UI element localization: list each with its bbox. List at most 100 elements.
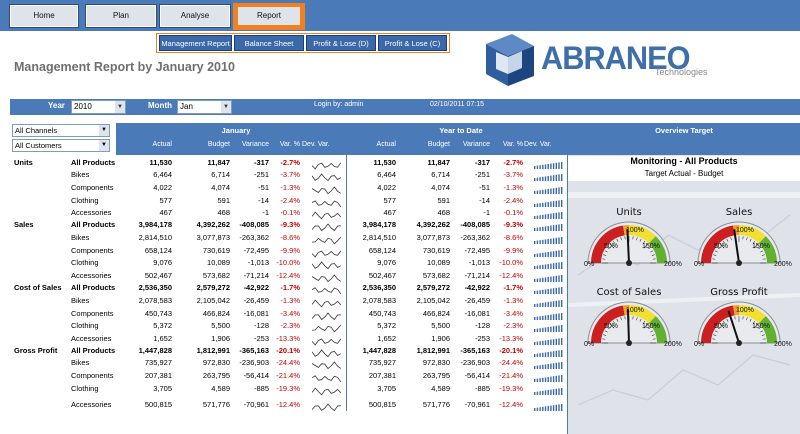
row-product-label: All Products: [71, 158, 116, 167]
column-header-jan-1: Budget: [207, 141, 230, 148]
dev-var-sparkline: [311, 169, 344, 182]
row-group-label: Units: [14, 158, 33, 167]
row-product-label: Components: [71, 309, 114, 318]
year-select[interactable]: 2010 ▼: [71, 100, 126, 114]
row-value-p: -1.3%: [280, 296, 300, 305]
row-value-yp: -2.7%: [503, 158, 523, 167]
column-header-ytd-1: Budget: [427, 141, 450, 148]
row-value-yp: -19.3%: [499, 384, 523, 393]
column-header-jan-4: Dev. Var.: [302, 141, 330, 148]
dev-var-sparkline: [311, 383, 344, 396]
row-product-label: Bikes: [71, 296, 90, 305]
subtab-balance-sheet[interactable]: Balance Sheet: [234, 35, 304, 51]
row-value-a: 6,464: [153, 170, 172, 179]
gauge-tick-label: 100%: [736, 307, 754, 314]
month-select[interactable]: Jan ▼: [177, 100, 232, 114]
gauge-tick-label: 50%: [714, 243, 729, 250]
bar-sparkline-icon: [534, 187, 563, 194]
row-value-p: -2.3%: [280, 321, 300, 330]
row-value-ya: 502,467: [368, 271, 396, 280]
dev-var-bars: [534, 308, 566, 320]
row-product-label: All Products: [71, 220, 116, 229]
gauge-tick-label: 50%: [604, 323, 619, 330]
gauge-tick-label: 0%: [694, 261, 705, 268]
bar-sparkline-icon: [534, 287, 563, 294]
row-value-yp: -0.1%: [503, 208, 523, 217]
gauge-tick-label: 200%: [774, 261, 792, 268]
gauge-label: Units: [616, 207, 642, 218]
row-value-a: 9,076: [153, 258, 172, 267]
gauge-tick-label: 0%: [584, 341, 595, 348]
year-label: Year: [48, 101, 65, 110]
subtab-profit-lose-d[interactable]: Profit & Lose (D): [306, 35, 376, 51]
row-value-a: 2,078,583: [138, 296, 172, 305]
row-value-ya: 2,814,510: [362, 233, 396, 242]
row-value-ya: 1,652: [377, 334, 396, 343]
row-value-p: -9.9%: [280, 246, 300, 255]
tab-plan[interactable]: Plan: [85, 4, 157, 28]
subtab-profit-lose-c[interactable]: Profit & Lose (C): [378, 35, 447, 51]
channels-select[interactable]: All Channels ▼: [12, 124, 110, 137]
dev-var-bars: [534, 357, 566, 369]
gauge-hub: [626, 340, 632, 346]
gauge-tick-label: 200%: [774, 341, 792, 348]
row-value-a: 3,705: [153, 384, 172, 393]
row-value-ya: 500,815: [368, 400, 396, 409]
dev-var-bars: [534, 320, 566, 332]
sparkline-icon: [311, 403, 341, 412]
tab-report-label: Report: [238, 7, 300, 25]
bar-sparkline-icon: [534, 174, 563, 181]
dev-var-sparkline: [311, 320, 344, 333]
sparkline-icon: [311, 186, 342, 195]
row-product-label: Components: [71, 371, 114, 380]
dev-var-sparkline: [311, 295, 344, 308]
dev-var-bars: [534, 245, 566, 257]
row-value-a: 207,381: [144, 371, 172, 380]
dev-var-bars: [534, 383, 566, 395]
row-value-a: 3,984,178: [138, 220, 172, 229]
year-value: 2010: [74, 102, 92, 111]
row-value-ya: 3,984,178: [362, 220, 396, 229]
subtab-management-report[interactable]: Management Report: [159, 35, 232, 51]
column-header-ytd-0: Actual: [376, 141, 396, 148]
channels-value: All Channels: [15, 126, 58, 135]
row-value-yp: -20.1%: [499, 346, 523, 355]
row-value-yp: -3.7%: [503, 170, 523, 179]
row-value-yp: -12.4%: [499, 271, 523, 280]
column-header-jan-2: Variance: [241, 141, 269, 148]
tab-analyse[interactable]: Analyse: [159, 4, 231, 28]
tab-home[interactable]: Home: [9, 4, 79, 28]
row-value-yp: -9.9%: [503, 246, 523, 255]
column-header-ytd-3: Var. %: [502, 141, 523, 148]
row-value-ya: 207,381: [368, 371, 396, 380]
row-value-a: 500,815: [144, 400, 172, 409]
sparkline-icon: [311, 361, 342, 370]
sparkline-icon: [311, 261, 341, 270]
row-value-p: -3.7%: [280, 170, 300, 179]
row-value-a: 577: [159, 196, 172, 205]
row-value-p: -19.3%: [276, 384, 300, 393]
month-label: Month: [148, 101, 172, 110]
dev-var-bars: [534, 169, 566, 181]
tab-report[interactable]: Report: [233, 3, 305, 30]
row-value-p: -24.4%: [276, 358, 300, 367]
row-value-yp: -13.3%: [499, 334, 523, 343]
row-group-label: Cost of Sales: [14, 283, 62, 292]
dev-var-bars: [534, 207, 566, 219]
month-value: Jan: [180, 102, 193, 111]
row-value-p: -1.7%: [280, 283, 300, 292]
gauge-cost-of-sales: Cost of Sales 0% 50% 100% 150% 200%: [576, 287, 682, 365]
customers-select[interactable]: All Customers ▼: [12, 139, 110, 152]
customers-value: All Customers: [15, 141, 62, 150]
bar-sparkline-icon: [534, 224, 563, 231]
row-value-p: -3.4%: [280, 309, 300, 318]
column-header-ytd-2: Variance: [462, 141, 490, 148]
row-value-a: 450,743: [144, 309, 172, 318]
gauge-tick-label: 0%: [694, 341, 705, 348]
dev-var-sparkline: [311, 195, 344, 208]
row-value-p: -21.4%: [276, 371, 300, 380]
row-value-p: -12.4%: [276, 400, 300, 409]
gauge-tick-label: 150%: [752, 323, 770, 330]
row-value-ya: 2,536,350: [362, 283, 396, 292]
row-value-a: 658,124: [144, 246, 172, 255]
